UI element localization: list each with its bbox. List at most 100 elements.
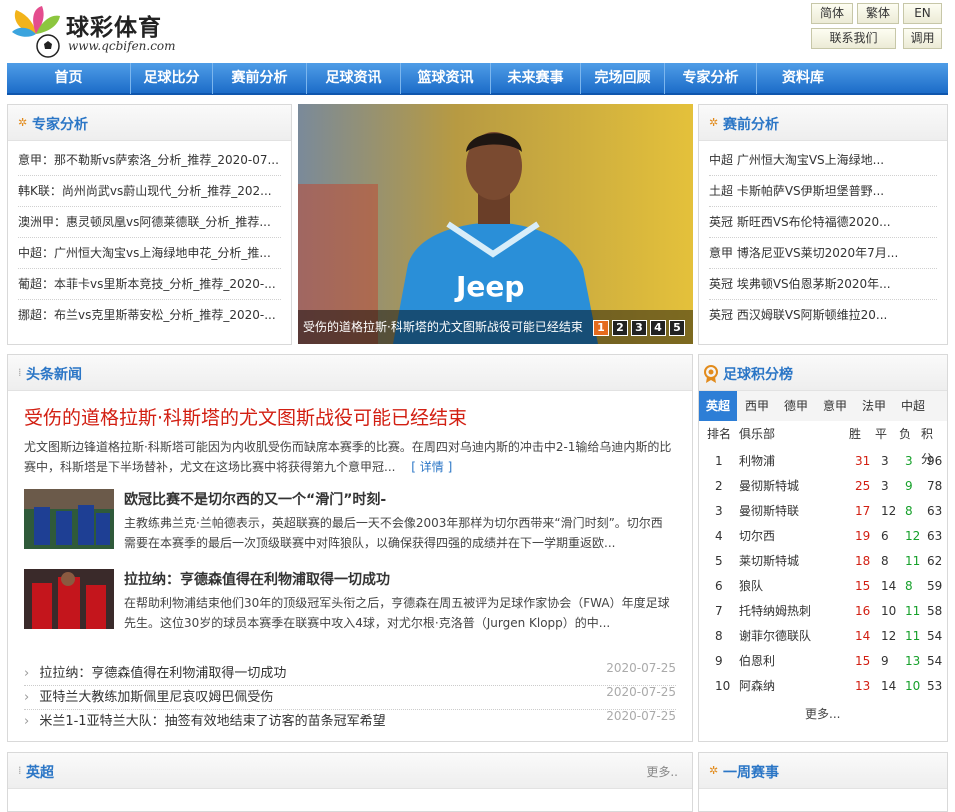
brief-text[interactable]: 拉拉纳：亨德森值得在利物浦取得一切成功: [39, 666, 286, 681]
preview-panel: ✲ 赛前分析 中超 广州恒大淘宝VS上海绿地... 土超 卡斯帕萨VS伊斯坦堡普…: [698, 104, 948, 345]
col-rank: 排名: [707, 427, 732, 441]
tab-bundesliga[interactable]: 德甲: [777, 391, 815, 421]
nav-basketball-news[interactable]: 篮球资讯: [401, 63, 491, 94]
cell-club: 托特纳姆热刺: [739, 604, 812, 618]
news-thumbnail[interactable]: [24, 489, 114, 549]
panel-header: 足球积分榜: [699, 355, 947, 391]
nav-home[interactable]: 首页: [7, 63, 131, 94]
tab-premier-league[interactable]: 英超: [699, 391, 737, 421]
nav-live-scores[interactable]: 足球比分: [131, 63, 213, 94]
cell-club: 曼彻斯特联: [739, 504, 800, 518]
simplified-chinese-button[interactable]: 简体: [811, 3, 853, 24]
contact-us-button[interactable]: 联系我们: [811, 28, 896, 49]
cell-rank: 10: [715, 679, 731, 693]
news-story: 拉拉纳：亨德森值得在利物浦取得一切成功 在帮助利物浦结束他们30年的顶级冠军头衔…: [24, 569, 679, 633]
col-loss: 负: [899, 427, 912, 441]
panel-title: 专家分析: [32, 117, 88, 133]
list-item[interactable]: 中超：广州恒大淘宝vs上海绿地申花_分析_推...: [18, 238, 281, 269]
slide-dot-5[interactable]: 5: [669, 320, 685, 336]
tab-serie-a[interactable]: 意甲: [815, 391, 855, 421]
list-item[interactable]: 挪超：布兰vs克里斯蒂安松_分析_推荐_2020-...: [18, 300, 281, 331]
cell-losses: 8: [905, 579, 913, 593]
table-row[interactable]: 10 阿森纳 13 14 10 53: [705, 674, 943, 699]
table-row[interactable]: 3 曼彻斯特联 17 12 8 63: [705, 499, 943, 524]
header: 球彩体育 www.qcbifen.com 简体 繁体 EN 联系我们 调用: [0, 0, 955, 62]
news-desc: 主教练弗兰克·兰帕德表示，英超联赛的最后一天不会像2003年那样为切尔西带来“滑…: [124, 516, 663, 550]
photo-slider[interactable]: Jeep 受伤的道格拉斯·科斯塔的尤文图斯战役可能已经结束 1 2 3 4 5: [298, 104, 693, 344]
site-logo[interactable]: 球彩体育 www.qcbifen.com: [8, 4, 188, 60]
list-item[interactable]: 英冠 斯旺西VS布伦特福德2020...: [709, 207, 937, 238]
site-name: 球彩体育: [66, 15, 162, 41]
list-item[interactable]: 英冠 埃弗顿VS伯恩茅斯2020年...: [709, 269, 937, 300]
nav-expert[interactable]: 专家分析: [665, 63, 757, 94]
standings-more-link[interactable]: 更多...: [805, 705, 840, 722]
gear-bullet-icon: ✲: [709, 764, 719, 777]
top-headline[interactable]: 受伤的道格拉斯·科斯塔的尤文图斯战役可能已经结束: [24, 403, 467, 430]
arrow-icon: ›: [24, 714, 30, 729]
list-item[interactable]: 葡超：本菲卡vs里斯本竞技_分析_推荐_2020-...: [18, 269, 281, 300]
nav-results[interactable]: 完场回顾: [581, 63, 665, 94]
cell-points: 54: [927, 629, 943, 643]
tab-chinese-super-league[interactable]: 中超: [893, 391, 933, 421]
news-thumbnail[interactable]: [24, 569, 114, 629]
list-item[interactable]: 韩K联：尚州尚武vs蔚山现代_分析_推荐_202...: [18, 176, 281, 207]
cell-wins: 18: [855, 554, 871, 568]
english-button[interactable]: EN: [903, 3, 942, 24]
table-row[interactable]: 2 曼彻斯特城 25 3 9 78: [705, 474, 943, 499]
jersey-text: Jeep: [454, 270, 524, 303]
panel-title: 赛前分析: [723, 117, 779, 133]
col-club: 俱乐部: [739, 427, 776, 441]
brief-text[interactable]: 亚特兰大教练加斯佩里尼哀叹姆巴佩受伤: [39, 690, 273, 705]
traditional-chinese-button[interactable]: 繁体: [857, 3, 899, 24]
cell-club: 狼队: [739, 579, 764, 593]
list-item[interactable]: 土超 卡斯帕萨VS伊斯坦堡普野...: [709, 176, 937, 207]
cell-wins: 16: [855, 604, 871, 618]
slide-dot-1[interactable]: 1: [593, 320, 609, 336]
table-row[interactable]: 9 伯恩利 15 9 13 54: [705, 649, 943, 674]
panel-title: 一周赛事: [723, 765, 779, 781]
tab-la-liga[interactable]: 西甲: [737, 391, 777, 421]
news-title[interactable]: 拉拉纳：亨德森值得在利物浦取得一切成功: [124, 569, 390, 589]
brief-date: 2020-07-25: [606, 685, 676, 699]
table-row[interactable]: 7 托特纳姆热刺 16 10 11 58: [705, 599, 943, 624]
league-tabs: 英超 西甲 德甲 意甲 法甲 中超: [699, 391, 947, 421]
premier-more-link[interactable]: 更多..: [646, 763, 678, 780]
list-item[interactable]: 中超 广州恒大淘宝VS上海绿地...: [709, 145, 937, 176]
standings-panel: 足球积分榜 英超 西甲 德甲 意甲 法甲 中超 排名 俱乐部 胜 平 负 积分 …: [698, 354, 948, 742]
news-story: 欧冠比赛不是切尔西的又一个“滑门”时刻- 主教练弗兰克·兰帕德表示，英超联赛的最…: [24, 489, 679, 553]
nav-upcoming[interactable]: 未来赛事: [491, 63, 581, 94]
cell-losses: 11: [905, 629, 921, 643]
nav-match-preview[interactable]: 赛前分析: [213, 63, 307, 94]
nav-football-news[interactable]: 足球资讯: [307, 63, 401, 94]
cell-draws: 10: [881, 604, 897, 618]
table-row[interactable]: 1 利物浦 31 3 3 96: [705, 449, 943, 474]
slide-dot-2[interactable]: 2: [612, 320, 628, 336]
list-item[interactable]: 英冠 西汉姆联VS阿斯顿维拉20...: [709, 300, 937, 331]
list-item[interactable]: 意甲 博洛尼亚VS莱切2020年7月...: [709, 238, 937, 269]
brief-row[interactable]: › 米兰1-1亚特兰大队：抽签有效地结束了访客的苗条冠军希望 2020-07-2…: [24, 709, 676, 734]
table-row[interactable]: 6 狼队 15 14 8 59: [705, 574, 943, 599]
cell-wins: 19: [855, 529, 871, 543]
brief-date: 2020-07-25: [606, 661, 676, 675]
cell-losses: 11: [905, 554, 921, 568]
table-row[interactable]: 8 谢菲尔德联队 14 12 11 54: [705, 624, 943, 649]
brief-row[interactable]: › 拉拉纳：亨德森值得在利物浦取得一切成功 2020-07-25: [24, 661, 676, 686]
cell-losses: 13: [905, 654, 921, 668]
tab-ligue-1[interactable]: 法甲: [855, 391, 893, 421]
table-row[interactable]: 4 切尔西 19 6 12 63: [705, 524, 943, 549]
embed-button[interactable]: 调用: [903, 28, 942, 49]
slide-caption[interactable]: 受伤的道格拉斯·科斯塔的尤文图斯战役可能已经结束: [303, 318, 583, 335]
list-item[interactable]: 意甲：那不勒斯vs萨索洛_分析_推荐_2020-07...: [18, 145, 281, 176]
brief-row[interactable]: › 亚特兰大教练加斯佩里尼哀叹姆巴佩受伤 2020-07-25: [24, 685, 676, 710]
slide-dot-3[interactable]: 3: [631, 320, 647, 336]
brief-text[interactable]: 米兰1-1亚特兰大队：抽签有效地结束了访客的苗条冠军希望: [39, 714, 385, 729]
slide-caption-bar: 受伤的道格拉斯·科斯塔的尤文图斯战役可能已经结束 1 2 3 4 5: [298, 310, 693, 344]
detail-link[interactable]: [ 详情 ]: [411, 460, 452, 474]
cell-losses: 12: [905, 529, 921, 543]
list-item[interactable]: 澳洲甲：惠灵顿凤凰vs阿德莱德联_分析_推荐...: [18, 207, 281, 238]
nav-database[interactable]: 资料库: [757, 63, 849, 94]
news-title[interactable]: 欧冠比赛不是切尔西的又一个“滑门”时刻-: [124, 489, 386, 509]
table-row[interactable]: 5 莱切斯特城 18 8 11 62: [705, 549, 943, 574]
cell-points: 63: [927, 504, 943, 518]
slide-dot-4[interactable]: 4: [650, 320, 666, 336]
